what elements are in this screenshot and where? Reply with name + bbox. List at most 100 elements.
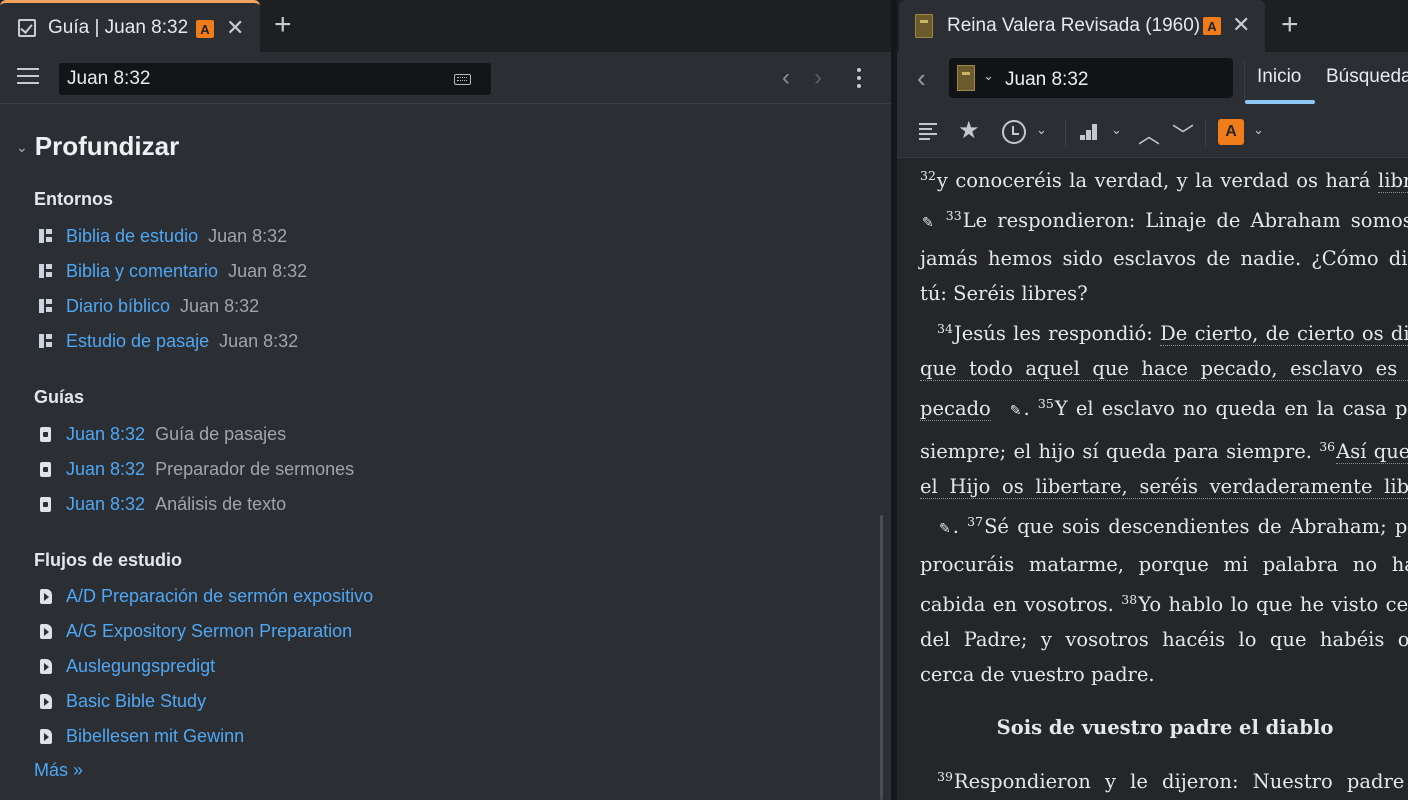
star-icon[interactable]: ★ bbox=[958, 116, 980, 145]
guide-checkbox-icon bbox=[18, 19, 36, 37]
chevron-down-icon[interactable]: ⌄ bbox=[16, 139, 28, 156]
verse-text: Jesús les respondió: bbox=[953, 322, 1161, 345]
active-tab-indicator bbox=[1245, 100, 1315, 104]
group-title-guias: Guías bbox=[34, 387, 85, 407]
list-item[interactable]: A/D Preparación de sermón expositivo bbox=[38, 584, 373, 608]
pen-icon[interactable]: ✎ bbox=[922, 512, 951, 547]
add-tab-button[interactable]: + bbox=[274, 10, 292, 40]
back-arrow-icon[interactable]: ‹ bbox=[782, 66, 790, 90]
guide-tab[interactable]: Guía | Juan 8:32 A ✕ bbox=[0, 0, 260, 52]
guide-icon bbox=[38, 426, 54, 442]
item-link[interactable]: Juan 8:32 bbox=[66, 424, 145, 445]
chevron-down-icon[interactable]: ⌄ bbox=[1253, 122, 1264, 138]
history-icon[interactable] bbox=[1002, 120, 1026, 144]
menu-icon[interactable] bbox=[17, 68, 39, 86]
chevron-up-icon[interactable]: ︿ bbox=[1138, 118, 1160, 150]
list-item[interactable]: Auslegungspredigt bbox=[38, 654, 215, 678]
verse-number[interactable]: 37 bbox=[967, 514, 983, 529]
reference-text[interactable]: Juan 8:32 bbox=[1005, 69, 1088, 91]
workflow-icon bbox=[38, 658, 54, 674]
item-link[interactable]: Basic Bible Study bbox=[66, 691, 206, 712]
item-link[interactable]: A/D Preparación de sermón expositivo bbox=[66, 586, 373, 607]
verse-number[interactable]: 34 bbox=[937, 321, 953, 336]
item-link[interactable]: Juan 8:32 bbox=[66, 494, 145, 515]
list-item[interactable]: Basic Bible Study bbox=[38, 689, 206, 713]
tab-inicio[interactable]: Inicio bbox=[1257, 66, 1301, 88]
item-link[interactable]: Estudio de pasaje bbox=[66, 331, 209, 352]
bars-icon[interactable] bbox=[1080, 124, 1100, 140]
layout-icon bbox=[38, 333, 54, 349]
bible-text: 32y conoceréis la verdad, y la verdad os… bbox=[920, 158, 1408, 800]
pen-icon[interactable]: ✎ bbox=[993, 394, 1022, 429]
visual-filter-badge[interactable]: A bbox=[1218, 119, 1244, 145]
more-options-icon[interactable] bbox=[857, 68, 863, 92]
scrollbar[interactable] bbox=[880, 515, 883, 800]
workflow-icon bbox=[38, 623, 54, 639]
reference-input[interactable] bbox=[67, 68, 437, 90]
paragraph: 39Respondieron y le dijeron: Nuestro pad… bbox=[920, 759, 1408, 800]
item-meta: Juan 8:32 bbox=[219, 330, 299, 351]
list-item[interactable]: Biblia y comentario Juan 8:32 bbox=[38, 259, 307, 283]
verse-number[interactable]: 39 bbox=[937, 769, 953, 784]
verse-number[interactable]: 38 bbox=[1121, 592, 1137, 607]
item-link[interactable]: Biblia y comentario bbox=[66, 261, 218, 282]
verse-number[interactable]: 35 bbox=[1038, 396, 1054, 411]
verse-number[interactable]: 33 bbox=[946, 208, 962, 223]
chevron-down-icon[interactable]: ⌄ bbox=[983, 68, 994, 84]
paragraph: 32y conoceréis la verdad, y la verdad os… bbox=[920, 158, 1408, 311]
item-link[interactable]: Diario bíblico bbox=[66, 296, 170, 317]
list-item[interactable]: Juan 8:32 Preparador de sermones bbox=[38, 457, 354, 481]
item-link[interactable]: Bibellesen mit Gewinn bbox=[66, 726, 244, 747]
bible-tab-badge: A bbox=[1203, 17, 1221, 35]
divider bbox=[1205, 120, 1206, 146]
list-item[interactable]: Biblia de estudio Juan 8:32 bbox=[38, 224, 287, 248]
section-header[interactable]: ⌄ Profundizar bbox=[16, 131, 179, 162]
list-item[interactable]: Juan 8:32 Análisis de texto bbox=[38, 492, 286, 516]
chevron-down-icon[interactable]: ⌄ bbox=[1111, 122, 1122, 138]
layout-icon bbox=[38, 263, 54, 279]
paragraph: 34Jesús les respondió: De cierto, de cie… bbox=[920, 311, 1408, 692]
list-item[interactable]: Bibellesen mit Gewinn bbox=[38, 724, 244, 748]
back-arrow-icon[interactable]: ‹ bbox=[917, 65, 926, 91]
bible-toolbar: ‹ ⌄ Juan 8:32 Inicio Búsqueda bbox=[897, 52, 1408, 106]
close-icon[interactable]: ✕ bbox=[226, 17, 244, 39]
forward-arrow-icon[interactable]: › bbox=[814, 66, 822, 90]
list-item[interactable]: Diario bíblico Juan 8:32 bbox=[38, 294, 259, 318]
pen-icon[interactable]: ✎ bbox=[922, 206, 934, 241]
list-item[interactable]: A/G Expository Sermon Preparation bbox=[38, 619, 352, 643]
book-icon[interactable] bbox=[957, 65, 975, 91]
chevron-down-icon[interactable]: ⌄ bbox=[1036, 122, 1047, 138]
book-icon bbox=[915, 14, 933, 38]
item-meta: Juan 8:32 bbox=[228, 260, 308, 281]
underlined-text[interactable]: libres. bbox=[1377, 169, 1408, 193]
item-link[interactable]: Biblia de estudio bbox=[66, 226, 198, 247]
verse-number[interactable]: 32 bbox=[920, 168, 936, 183]
more-link[interactable]: Más » bbox=[34, 760, 83, 781]
list-item[interactable]: Juan 8:32 Guía de pasajes bbox=[38, 422, 286, 446]
close-icon[interactable]: ✕ bbox=[1232, 14, 1250, 36]
tab-busqueda[interactable]: Búsqueda bbox=[1326, 66, 1408, 88]
group-title-flujos: Flujos de estudio bbox=[34, 550, 183, 570]
section-title: Profundizar bbox=[34, 131, 180, 161]
add-tab-button[interactable]: + bbox=[1281, 10, 1299, 40]
left-tab-strip: Guía | Juan 8:32 A ✕ + bbox=[0, 0, 891, 52]
guide-icon bbox=[38, 461, 54, 477]
table-of-contents-icon[interactable] bbox=[919, 123, 937, 140]
reference-box[interactable] bbox=[58, 62, 492, 96]
item-link[interactable]: Juan 8:32 bbox=[66, 459, 145, 480]
guide-content: ⌄ Profundizar Entornos Biblia de estudio… bbox=[0, 105, 891, 800]
resource-reference-box[interactable]: ⌄ Juan 8:32 bbox=[949, 58, 1233, 98]
keyboard-icon[interactable] bbox=[454, 74, 471, 85]
divider bbox=[1244, 60, 1245, 102]
verse-text: y conoceréis la verdad, y la verdad os h… bbox=[936, 169, 1371, 192]
chevron-down-icon[interactable]: ﹀ bbox=[1172, 118, 1194, 150]
item-link[interactable]: Auslegungspredigt bbox=[66, 656, 215, 677]
guide-tab-badge: A bbox=[196, 20, 214, 38]
list-item[interactable]: Estudio de pasaje Juan 8:32 bbox=[38, 329, 298, 353]
bible-tab[interactable]: Reina Valera Revisada (1960) A ✕ bbox=[899, 0, 1265, 52]
bible-pane: Reina Valera Revisada (1960) A ✕ + ‹ ⌄ J… bbox=[897, 0, 1408, 800]
guide-toolbar: ‹ › bbox=[0, 52, 891, 104]
verse-number[interactable]: 36 bbox=[1319, 439, 1335, 454]
verse-text: Respondieron y le dijeron: Nuestro padre… bbox=[953, 770, 1408, 793]
item-link[interactable]: A/G Expository Sermon Preparation bbox=[66, 621, 352, 642]
